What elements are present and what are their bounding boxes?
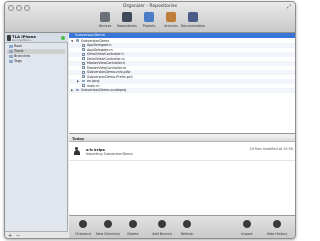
button-label: Refresh	[180, 232, 194, 236]
commit-meta: 26 files modified at 15:56	[249, 147, 293, 151]
documentation-icon	[188, 12, 198, 22]
hide-history-button[interactable]: Hide History	[265, 216, 289, 238]
repository-icon	[7, 35, 11, 41]
folder-icon	[9, 55, 13, 58]
refresh-button[interactable]: Refresh	[175, 216, 199, 238]
history-header: Today	[69, 135, 295, 142]
repositories-icon	[122, 12, 132, 22]
titlebar: Organizer - Repositories ⤢ Devices Repos…	[5, 2, 295, 33]
history-date-label: Today	[72, 136, 85, 141]
folder-icon	[76, 88, 79, 92]
delete-icon	[129, 220, 137, 228]
archives-icon	[166, 12, 176, 22]
folder-icon	[9, 45, 13, 48]
sidebar-footer: + −	[5, 231, 68, 238]
fullscreen-icon[interactable]: ⤢	[287, 4, 291, 10]
folder-icon	[76, 39, 79, 42]
add-branch-icon	[158, 220, 166, 228]
file-icon	[82, 43, 85, 47]
history-pane: Today a-b krips Importing SubversionDemo…	[69, 135, 295, 215]
refresh-icon	[183, 220, 191, 228]
sidebar-item-label: Branches	[14, 54, 31, 58]
remove-repository-button[interactable]: −	[16, 233, 20, 238]
file-icon	[82, 52, 85, 56]
tree-header-label: SubversionDemo	[75, 33, 105, 37]
sidebar-item-label: Root	[14, 44, 22, 48]
tree-folder-row[interactable]: ▶ SubversionDemo.xcodeproj	[69, 88, 295, 93]
button-label: Hide History	[266, 232, 288, 236]
sidebar-item-tags[interactable]: Tags	[7, 59, 65, 64]
repository-url: svn://softcus...	[12, 38, 33, 43]
button-label: Import	[241, 232, 253, 236]
button-label: Delete	[127, 232, 139, 236]
hide-history-icon	[273, 220, 281, 228]
delete-button[interactable]: Delete	[121, 216, 145, 238]
user-icon	[73, 147, 80, 155]
projects-icon	[144, 12, 154, 22]
toolbar-documentation[interactable]: Documentation	[180, 11, 206, 31]
window-title: Organizer - Repositories	[122, 4, 178, 9]
toolbar-devices[interactable]: Devices	[94, 11, 116, 31]
file-icon	[82, 66, 85, 70]
file-icon	[82, 48, 85, 52]
add-repository-button[interactable]: +	[8, 233, 12, 238]
import-button[interactable]: Import	[235, 216, 259, 238]
toolbar-projects[interactable]: Projects	[138, 11, 160, 31]
repositories-sidebar: TLA iPhone svn://softcus... Root Trunk B…	[5, 33, 68, 238]
new-directory-icon	[104, 220, 112, 228]
disclosure-triangle-icon[interactable]: ▶	[71, 88, 73, 93]
file-icon	[82, 84, 85, 88]
repository-entry[interactable]: TLA iPhone svn://softcus...	[5, 33, 68, 43]
organizer-toolbar: Devices Repositories Projects Archives D…	[5, 11, 295, 31]
file-icon	[82, 75, 85, 79]
bottom-toolbar: Checkout New Directory Delete Add Branch…	[69, 215, 295, 238]
commit-row[interactable]: a-b krips Importing SubversionDemo 26 fi…	[69, 143, 295, 161]
commit-message: Importing SubversionDemo	[86, 152, 133, 156]
tree-item-label: SubversionDemo.xcodeproj	[81, 88, 127, 92]
toolbar-archives[interactable]: Archives	[160, 11, 182, 31]
toolbar-repositories[interactable]: Repositories	[116, 11, 138, 31]
devices-icon	[100, 12, 110, 22]
folder-icon	[9, 50, 13, 53]
sidebar-item-label: Trunk	[14, 49, 24, 53]
file-icon	[82, 61, 85, 65]
tree-header[interactable]: SubversionDemo	[69, 33, 295, 38]
organizer-window: Organizer - Repositories ⤢ Devices Repos…	[4, 1, 296, 239]
checkout-icon	[79, 220, 87, 228]
file-icon	[82, 57, 85, 61]
toolbar-label: Documentation	[180, 24, 206, 28]
folder-icon	[82, 79, 85, 83]
folder-icon	[9, 60, 13, 63]
import-icon	[243, 220, 251, 228]
file-tree: SubversionDemo ▼ SubversionDemo AppDelegat…	[69, 33, 295, 134]
file-icon	[82, 70, 85, 74]
status-dot-icon	[61, 36, 65, 40]
sidebar-item-label: Tags	[14, 59, 22, 63]
